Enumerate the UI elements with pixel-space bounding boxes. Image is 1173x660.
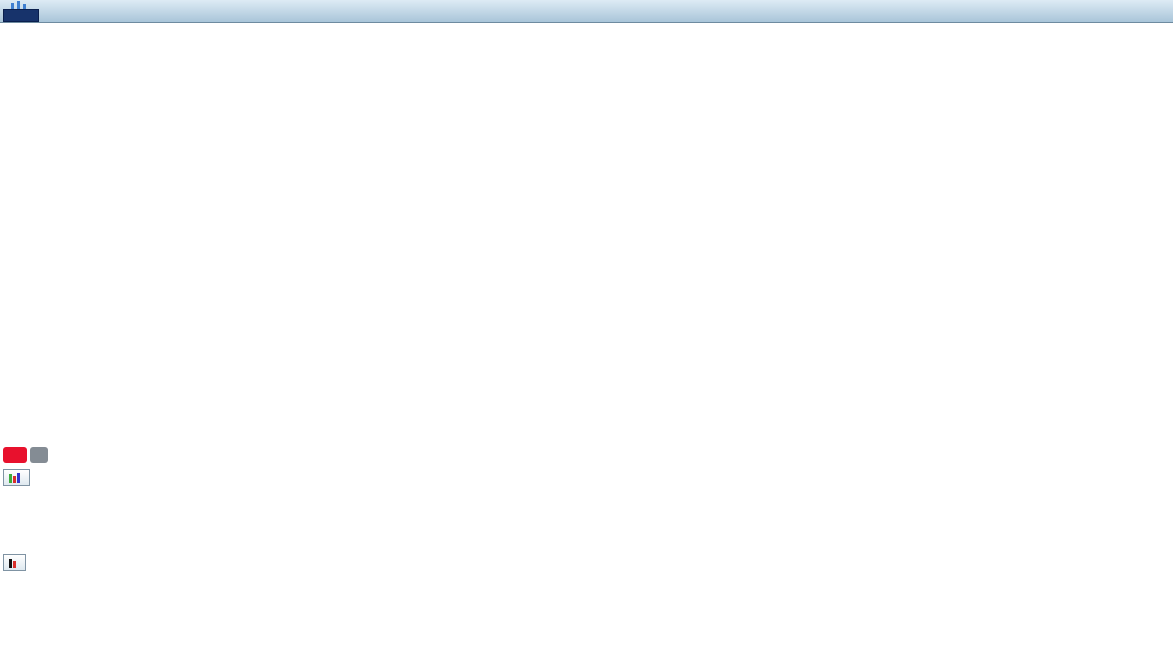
demo-badge [3,0,39,22]
macd-indicator-label[interactable] [3,469,30,486]
smi-icon [9,558,16,568]
mini-candles-icon [9,1,31,9]
title-bar [0,0,1173,23]
macd-icon [9,473,20,483]
trading-chart-app [0,0,1173,660]
smi-indicator-label[interactable] [3,554,26,571]
prorealtime-logo [30,447,48,463]
prorealtime-badge [3,447,48,463]
demo-label [3,9,39,22]
ig-logo [3,447,27,463]
chart-canvas[interactable] [0,0,1173,660]
